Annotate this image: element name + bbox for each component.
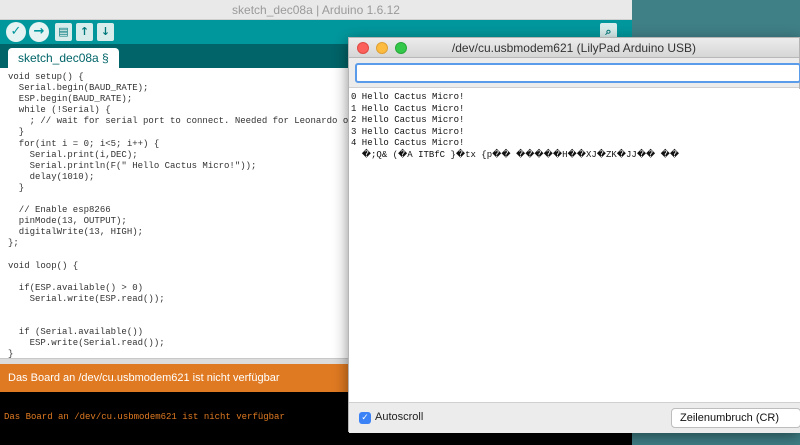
serial-output-line: 4 Hello Cactus Micro! — [351, 138, 465, 148]
autoscroll-checkbox[interactable]: ✓ — [359, 412, 371, 424]
line-ending-select[interactable]: Zeilenumbruch (CR) — [671, 408, 800, 428]
check-icon: ✓ — [10, 24, 22, 39]
serial-output-line: 1 Hello Cactus Micro! — [351, 103, 465, 114]
ide-window-title: sketch_dec08a | Arduino 1.6.12 — [232, 3, 400, 17]
status-message: Das Board an /dev/cu.usbmodem621 ist nic… — [8, 372, 280, 384]
serial-output-line: �;Q& (�A ITBfC }�tx {p�� �����H��XJ�ZK�J… — [351, 149, 680, 160]
serial-output-line: 0 Hello Cactus Micro! — [351, 92, 465, 102]
arrow-down-icon: ↓ — [100, 25, 111, 38]
new-sketch-button[interactable]: ▤ — [55, 23, 72, 41]
open-sketch-button[interactable]: ↑ — [76, 23, 93, 41]
ide-titlebar[interactable]: sketch_dec08a | Arduino 1.6.12 — [0, 0, 632, 20]
serial-output[interactable]: 0 Hello Cactus Micro! 1 Hello Cactus Micr… — [349, 89, 800, 402]
serial-monitor-window: /dev/cu.usbmodem621 (LilyPad Arduino USB… — [348, 37, 800, 433]
autoscroll-label[interactable]: Autoscroll — [375, 411, 423, 423]
tab-sketch[interactable]: sketch_dec08a § — [8, 48, 119, 68]
send-row — [349, 58, 800, 88]
serial-monitor-titlebar[interactable]: /dev/cu.usbmodem621 (LilyPad Arduino USB… — [349, 38, 799, 58]
save-sketch-button[interactable]: ↓ — [97, 23, 114, 41]
serial-monitor-bottom-bar: ✓ Autoscroll Zeilenumbruch (CR) — [349, 402, 800, 433]
upload-button[interactable]: → — [29, 22, 49, 42]
serial-send-input[interactable] — [355, 63, 800, 83]
serial-output-line: 3 Hello Cactus Micro! — [351, 126, 465, 137]
serial-monitor-title: /dev/cu.usbmodem621 (LilyPad Arduino USB… — [451, 41, 697, 55]
console-message: Das Board an /dev/cu.usbmodem621 ist nic… — [4, 412, 285, 422]
verify-button[interactable]: ✓ — [6, 22, 26, 42]
file-icon: ▤ — [58, 25, 69, 38]
arrow-up-icon: ↑ — [79, 25, 90, 38]
checkmark-icon: ✓ — [361, 413, 369, 423]
serial-output-lines: 0 Hello Cactus Micro! 1 Hello Cactus Micr… — [351, 92, 799, 161]
serial-output-line: 2 Hello Cactus Micro! — [351, 115, 465, 125]
arrow-right-icon: → — [33, 24, 45, 39]
